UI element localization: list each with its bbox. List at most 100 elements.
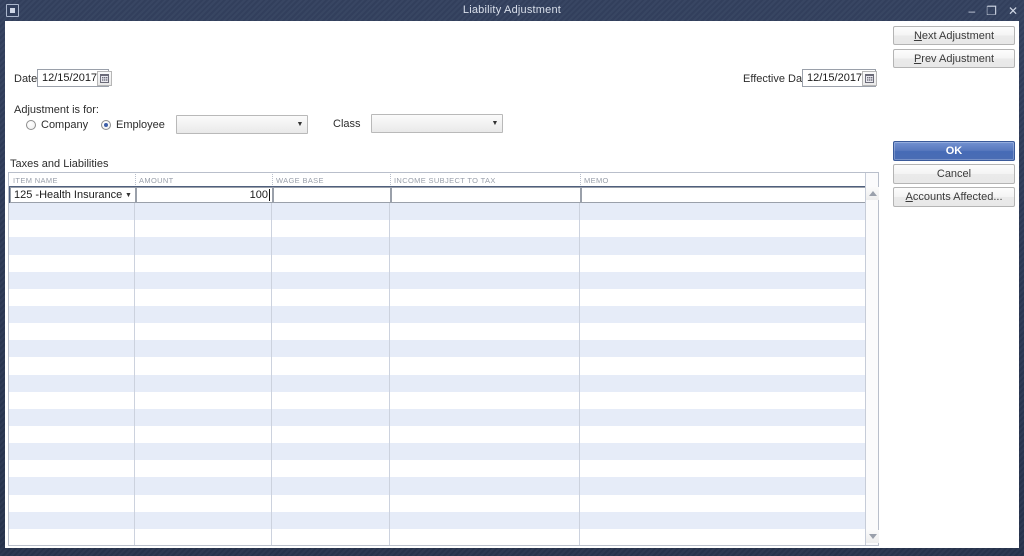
class-select[interactable]: ▼ — [371, 114, 503, 133]
cell-wage-base[interactable] — [272, 357, 390, 374]
cell-wage-base[interactable] — [272, 529, 390, 545]
cell-amount[interactable] — [135, 255, 272, 272]
table-row[interactable] — [9, 426, 865, 443]
column-header-income-subject-to-tax[interactable]: INCOME SUBJECT TO TAX — [394, 173, 580, 186]
cell-wage-base[interactable] — [272, 392, 390, 409]
cell-wage-base[interactable] — [272, 203, 390, 220]
cell-item-name[interactable] — [9, 255, 135, 272]
cell-amount[interactable] — [135, 306, 272, 323]
cell-item-name[interactable] — [9, 443, 135, 460]
cell-item-name[interactable] — [9, 220, 135, 237]
cell-income-subject-to-tax[interactable] — [390, 323, 580, 340]
cell-item-name[interactable] — [9, 306, 135, 323]
cell-item-name[interactable] — [9, 237, 135, 254]
cell-income-subject-to-tax[interactable] — [390, 392, 580, 409]
table-row[interactable] — [9, 255, 865, 272]
chevron-down-icon[interactable]: ▼ — [122, 192, 135, 199]
cell-memo[interactable] — [580, 340, 865, 357]
cell-amount[interactable] — [135, 409, 272, 426]
radio-employee[interactable]: Employee — [101, 119, 165, 131]
table-row[interactable] — [9, 237, 865, 254]
cell-income-subject-to-tax[interactable] — [391, 187, 581, 203]
cell-item-name[interactable] — [9, 289, 135, 306]
cancel-button[interactable]: Cancel — [893, 164, 1015, 184]
chevron-down-icon[interactable]: ▼ — [293, 121, 307, 128]
cell-income-subject-to-tax[interactable] — [390, 220, 580, 237]
table-row[interactable] — [9, 357, 865, 374]
cell-income-subject-to-tax[interactable] — [390, 289, 580, 306]
cell-item-name[interactable] — [9, 460, 135, 477]
cell-item-name[interactable] — [9, 203, 135, 220]
cell-income-subject-to-tax[interactable] — [390, 409, 580, 426]
cell-item-name[interactable] — [9, 409, 135, 426]
cell-amount[interactable] — [135, 426, 272, 443]
cell-memo[interactable] — [580, 375, 865, 392]
cell-amount[interactable] — [135, 529, 272, 545]
table-row[interactable] — [9, 392, 865, 409]
table-row[interactable] — [9, 443, 865, 460]
cell-item-name[interactable] — [9, 426, 135, 443]
cell-item-name[interactable] — [9, 323, 135, 340]
cell-wage-base[interactable] — [272, 237, 390, 254]
maximize-icon[interactable]: ❐ — [986, 5, 997, 17]
radio-company[interactable]: Company — [26, 119, 88, 131]
cell-income-subject-to-tax[interactable] — [390, 512, 580, 529]
next-adjustment-button[interactable]: Next Adjustment — [893, 26, 1015, 45]
table-row[interactable] — [9, 323, 865, 340]
cell-memo[interactable] — [580, 203, 865, 220]
cell-income-subject-to-tax[interactable] — [390, 477, 580, 494]
cell-amount[interactable] — [135, 477, 272, 494]
table-row[interactable] — [9, 375, 865, 392]
cell-memo[interactable] — [580, 306, 865, 323]
cell-memo[interactable] — [580, 477, 865, 494]
cell-item-name[interactable] — [9, 529, 135, 545]
cell-memo[interactable] — [580, 426, 865, 443]
table-row[interactable] — [9, 306, 865, 323]
column-header-wage-base[interactable]: WAGE BASE — [276, 173, 390, 186]
table-row[interactable] — [9, 272, 865, 289]
cell-item-name[interactable] — [9, 512, 135, 529]
cell-item-name[interactable]: 125 -Health Insurance (pr...▼ — [10, 187, 136, 203]
table-row[interactable] — [9, 477, 865, 494]
cell-item-name[interactable] — [9, 477, 135, 494]
cell-amount[interactable] — [135, 357, 272, 374]
cell-income-subject-to-tax[interactable] — [390, 375, 580, 392]
cell-wage-base[interactable] — [272, 460, 390, 477]
grid-vertical-scrollbar[interactable] — [865, 173, 878, 545]
cell-memo[interactable] — [580, 529, 865, 545]
cell-amount[interactable] — [135, 460, 272, 477]
scroll-up-icon[interactable] — [866, 187, 879, 200]
cell-income-subject-to-tax[interactable] — [390, 203, 580, 220]
chevron-down-icon[interactable]: ▼ — [488, 120, 502, 127]
cell-item-name[interactable] — [9, 495, 135, 512]
cell-amount[interactable] — [135, 392, 272, 409]
cell-amount[interactable] — [135, 375, 272, 392]
cell-income-subject-to-tax[interactable] — [390, 357, 580, 374]
cell-wage-base[interactable] — [272, 340, 390, 357]
cell-amount[interactable] — [135, 272, 272, 289]
minimize-icon[interactable]: – — [968, 5, 975, 17]
item-name-combo[interactable]: 125 -Health Insurance (pr...▼ — [11, 188, 135, 202]
cell-income-subject-to-tax[interactable] — [390, 340, 580, 357]
cell-item-name[interactable] — [9, 375, 135, 392]
cell-income-subject-to-tax[interactable] — [390, 529, 580, 545]
cell-item-name[interactable] — [9, 272, 135, 289]
cell-wage-base[interactable] — [272, 375, 390, 392]
accounts-affected-button[interactable]: Accounts Affected... — [893, 187, 1015, 207]
cell-income-subject-to-tax[interactable] — [390, 255, 580, 272]
cell-memo[interactable] — [580, 409, 865, 426]
column-separator[interactable] — [272, 174, 273, 185]
table-row[interactable] — [9, 340, 865, 357]
cell-wage-base[interactable] — [272, 272, 390, 289]
prev-adjustment-button[interactable]: Prev Adjustment — [893, 49, 1015, 68]
ok-button[interactable]: OK — [893, 141, 1015, 161]
column-separator[interactable] — [580, 174, 581, 185]
cell-memo[interactable] — [580, 392, 865, 409]
cell-income-subject-to-tax[interactable] — [390, 460, 580, 477]
cell-wage-base[interactable] — [272, 323, 390, 340]
column-header-memo[interactable]: MEMO — [584, 173, 865, 186]
table-row[interactable] — [9, 495, 865, 512]
cell-income-subject-to-tax[interactable] — [390, 306, 580, 323]
cell-wage-base[interactable] — [272, 512, 390, 529]
effective-date-field[interactable]: 12/15/2017 — [802, 69, 876, 87]
